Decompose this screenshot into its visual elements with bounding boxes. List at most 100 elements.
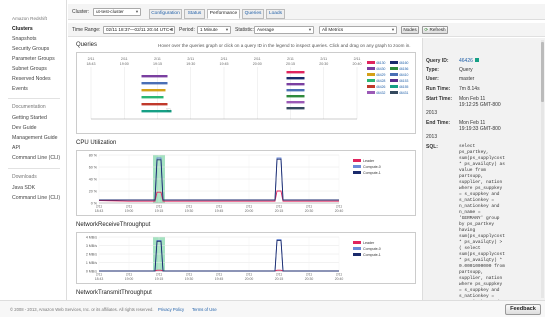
user-value: master [459, 76, 475, 82]
download-link-cli[interactable]: Command Line (CLI) [12, 195, 60, 201]
sidebar-item-subnet-groups[interactable]: Subnet Groups [12, 66, 47, 72]
x-tick-label: 2/11 [354, 57, 361, 61]
sidebar-item-reserved-nodes[interactable]: Reserved Nodes [12, 76, 51, 82]
metrics-select[interactable]: All Metrics ▼ [319, 26, 397, 34]
net-rx-chart-svg[interactable]: 4 MB/s3 MB/s2 MB/s1 MB/s0 MB/s2/1118:432… [77, 233, 415, 283]
legend-swatch [367, 79, 375, 82]
chevron-down-icon: ▼ [169, 27, 173, 32]
y-tick-label: 80 % [89, 153, 98, 157]
period-select[interactable]: 1 Minute ▼ [197, 26, 231, 34]
x-tick-label: 2/11 [186, 273, 192, 277]
legend-swatch [353, 247, 361, 250]
x-tick-label: 19:30 [186, 62, 195, 66]
tab-loads[interactable]: Loads [266, 9, 285, 19]
legend-query-id: 46428 [376, 79, 386, 83]
cluster-select-value: ut-test-cluster [96, 9, 124, 14]
x-tick-label: 19:15 [155, 209, 164, 213]
time-range-select[interactable]: 02/11 18:37—02/11 20:44 UTC-8 ▼ [103, 26, 175, 34]
terms-of-use-link[interactable]: Terms of Use [192, 307, 217, 312]
doc-link-getting-started[interactable]: Getting Started [12, 115, 47, 121]
sidebar-item-events[interactable]: Events [12, 86, 28, 92]
metrics-value: All Metrics [322, 27, 344, 32]
chevron-down-icon: ▼ [135, 9, 139, 14]
legend-swatch [390, 91, 398, 94]
legend-label: Compute-0 [363, 247, 381, 251]
query-bar [286, 101, 305, 104]
refresh-button[interactable]: ⟳ Refresh [422, 26, 448, 34]
sidebar-item-security-groups[interactable]: Security Groups [12, 46, 49, 52]
queries-chart-svg[interactable]: 2/1118:432/1119:002/1119:152/1119:302/11… [77, 53, 415, 133]
sidebar-item-snapshots[interactable]: Snapshots [12, 36, 37, 42]
y-tick-label: 1 MB/s [86, 261, 97, 265]
sidebar-item-clusters[interactable]: Clusters [12, 26, 33, 32]
runtime-label: Run Time: [426, 86, 451, 92]
legend-swatch [390, 67, 398, 70]
x-tick-label: 20:15 [286, 62, 295, 66]
legend-swatch [367, 73, 375, 76]
legend-query-id: 46156 [399, 67, 409, 71]
x-tick-label: 2/11 [306, 273, 312, 277]
x-tick-label: 2/11 [156, 273, 162, 277]
statistic-select[interactable]: Average ▼ [254, 26, 314, 34]
x-tick-label: 19:30 [185, 277, 194, 281]
x-tick-label: 18:43 [95, 209, 104, 213]
net-rx-chart[interactable]: 4 MB/s 3 MB/s 2 MB/s 1 MB/s 0 MB/s 2/11 18:43 2… [76, 232, 416, 284]
cpu-chart-svg[interactable]: 80 %60 %40 %20 %0 %2/1118:432/1119:002/1… [77, 151, 415, 215]
x-tick-label: 20:40 [335, 209, 344, 213]
doc-link-dev-guide[interactable]: Dev Guide [12, 125, 37, 131]
x-tick-label: 20:30 [305, 277, 314, 281]
doc-link-api[interactable]: API [12, 145, 20, 151]
y-tick-label: 20 % [89, 189, 98, 193]
legend-swatch [367, 67, 375, 70]
x-tick-label: 2/11 [96, 273, 102, 277]
x-tick-label: 2/11 [287, 57, 294, 61]
x-tick-label: 18:43 [87, 62, 96, 66]
start-time-year: 2013 [426, 110, 438, 116]
cpu-chart[interactable]: 80 % 60 % 40 % 20 % 0 % 2/11 18:43 2/11 19:00 2/1… [76, 150, 416, 216]
query-id-link[interactable]: 46426 [459, 58, 480, 64]
chevron-down-icon: ▼ [308, 27, 312, 32]
download-link-java-sdk[interactable]: Java SDK [12, 185, 35, 191]
refresh-icon: ⟳ [424, 27, 429, 32]
feedback-button[interactable]: Feedback [505, 304, 541, 315]
x-tick-label: 2/11 [246, 205, 252, 209]
tab-queries[interactable]: Queries [242, 9, 264, 19]
x-tick-label: 19:30 [185, 209, 194, 213]
chevron-down-icon: ▼ [391, 27, 395, 32]
sidebar-item-parameter-groups[interactable]: Parameter Groups [12, 56, 55, 62]
queries-title: Queries [76, 42, 98, 48]
legend-query-id: 46130 [376, 61, 386, 65]
end-time-line-2: 19:19:33 GMT-800 [459, 126, 501, 132]
period-value: 1 Minute [200, 27, 218, 32]
tab-performance[interactable]: Performance [207, 9, 240, 19]
legend-query-id: 46429 [376, 73, 386, 77]
legend-query-id: 46431 [399, 91, 409, 95]
tab-configuration[interactable]: Configuration [149, 9, 182, 19]
doc-link-management-guide[interactable]: Management Guide [12, 135, 58, 141]
sidebar: Amazon Redshift Clusters Snapshots Secur… [0, 0, 67, 300]
end-time-year: 2013 [426, 134, 438, 140]
legend-swatch [353, 171, 361, 174]
legend-label: Compute-1 [363, 171, 381, 175]
cluster-label: Cluster: [72, 9, 90, 15]
query-bar [286, 71, 305, 74]
legend-query-id: 46410 [399, 73, 409, 77]
tab-status[interactable]: Status [184, 9, 205, 19]
query-bar [141, 96, 164, 99]
legend-query-id: 46426 [376, 85, 386, 89]
doc-link-cli[interactable]: Command Line (CLI) [12, 155, 60, 161]
y-tick-label: 40 % [89, 177, 98, 181]
x-tick-label: 2/11 [154, 57, 161, 61]
query-bar [141, 103, 168, 106]
cluster-select[interactable]: ut-test-cluster ▼ [93, 8, 141, 16]
x-tick-label: 20:15 [275, 277, 284, 281]
legend-label: Compute-0 [363, 165, 381, 169]
x-tick-label: 2/11 [126, 273, 132, 277]
detail-scrollbar[interactable] [541, 40, 544, 298]
nodes-button[interactable]: Nodes [401, 26, 419, 34]
queries-chart[interactable]: 2/11 18:43 2/11 19:00 2/11 19:15 2/11 19:30 2/11… [76, 52, 416, 134]
query-bar [286, 89, 305, 92]
scrollbar-thumb[interactable] [541, 42, 544, 102]
privacy-policy-link[interactable]: Privacy Policy [158, 307, 184, 312]
x-tick-label: 19:00 [125, 209, 134, 213]
